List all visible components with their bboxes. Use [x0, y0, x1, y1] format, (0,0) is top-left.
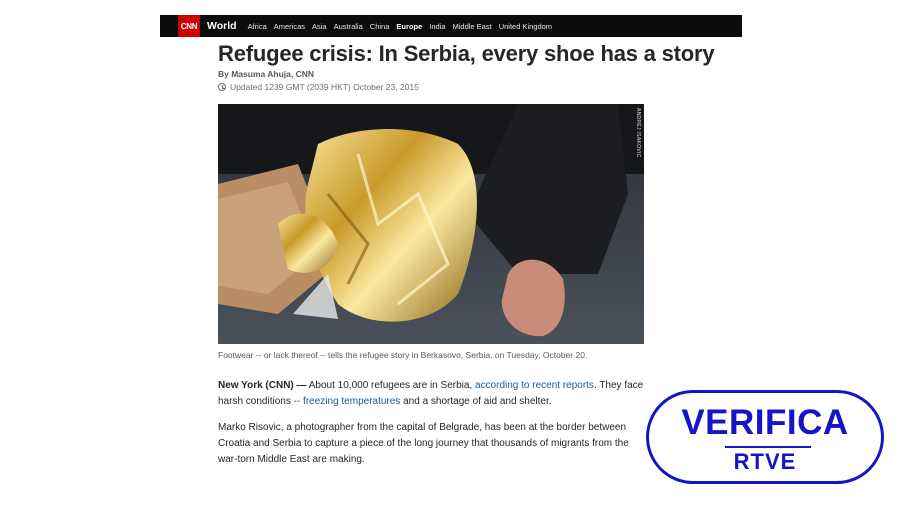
photo-credit: ANDREJ ISAKOVIC	[635, 108, 641, 158]
article-updated: Updated 1239 GMT (2039 HKT) October 23, …	[218, 82, 419, 92]
p1-text-3: and a shortage of aid and shelter.	[400, 396, 552, 407]
nav-item-middle-east[interactable]: Middle East	[453, 22, 492, 31]
link-freezing-temperatures[interactable]: -- freezing temperatures	[294, 396, 401, 407]
verifica-subtitle: RTVE	[733, 449, 797, 474]
photo-caption: Footwear -- or lack thereof -- tells the…	[218, 350, 588, 360]
article-paragraph-2: Marko Risovic, a photographer from the c…	[218, 422, 629, 465]
nav-item-australia[interactable]: Australia	[334, 22, 363, 31]
nav-item-india[interactable]: India	[429, 22, 445, 31]
nav-item-china[interactable]: China	[370, 22, 390, 31]
cnn-logo[interactable]: CNN	[178, 15, 200, 37]
verifica-divider	[725, 446, 811, 448]
updated-text: Updated 1239 GMT (2039 HKT) October 23, …	[230, 82, 419, 92]
link-recent-reports[interactable]: according to recent reports	[475, 380, 594, 391]
nav-item-americas[interactable]: Americas	[274, 22, 305, 31]
p1-text-1: About 10,000 refugees are in Serbia,	[306, 380, 475, 391]
article-paragraph-1: New York (CNN) — About 10,000 refugees a…	[218, 378, 648, 410]
dateline: New York (CNN) —	[218, 380, 307, 391]
nav-item-africa[interactable]: Africa	[248, 22, 267, 31]
nav-item-europe[interactable]: Europe	[396, 22, 422, 31]
clock-icon	[218, 83, 226, 91]
article-photo[interactable]: ANDREJ ISAKOVIC	[218, 104, 644, 344]
article-headline: Refugee crisis: In Serbia, every shoe ha…	[218, 41, 715, 66]
top-navbar: CNN World Africa Americas Asia Australia…	[160, 15, 742, 37]
nav-item-united-kingdom[interactable]: United Kingdom	[499, 22, 552, 31]
verifica-rtve-logo: VERIFICA RTVE	[646, 390, 884, 484]
article-byline: By Masuma Ahuja, CNN	[218, 69, 315, 79]
photo-illustration	[218, 104, 644, 344]
verifica-title: VERIFICA	[681, 403, 849, 442]
nav-item-asia[interactable]: Asia	[312, 22, 327, 31]
nav-section-world[interactable]: World	[207, 20, 237, 32]
